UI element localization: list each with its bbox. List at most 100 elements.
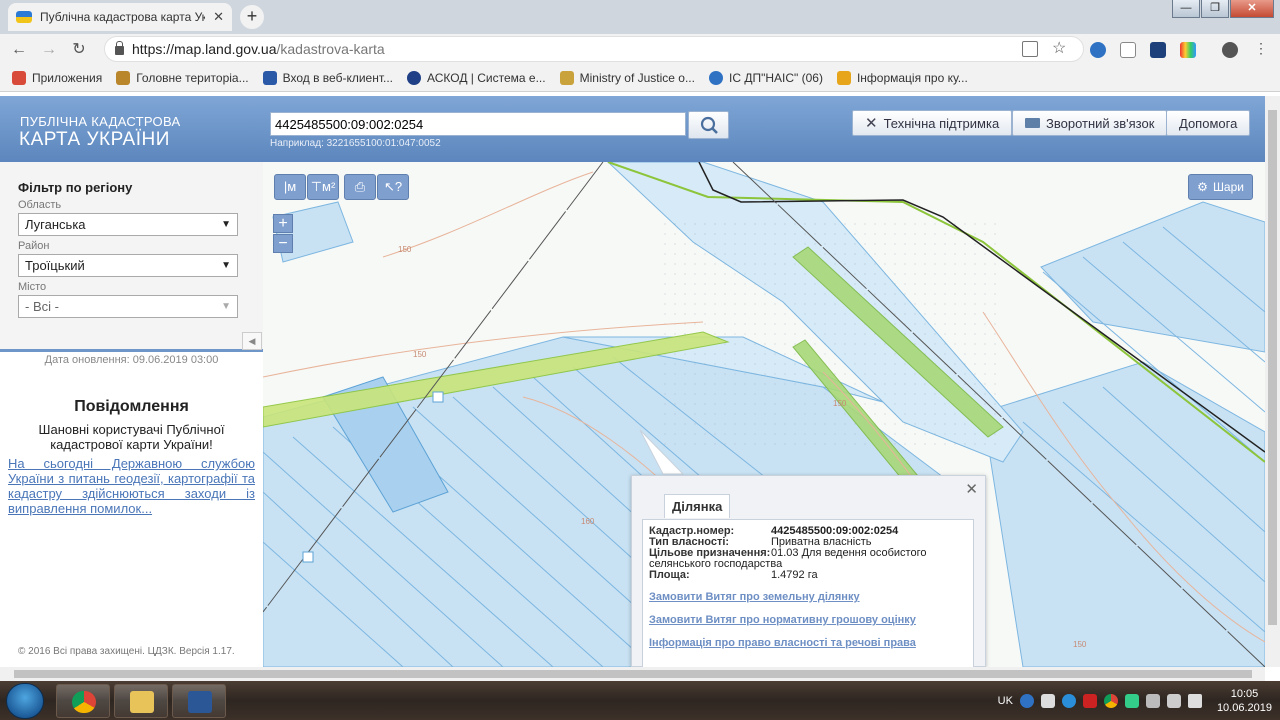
region-filter-panel: Фільтр по регіону Область Луганська ▼ Рай… <box>0 162 263 352</box>
collapse-sidebar-button[interactable]: ◀ <box>242 332 262 350</box>
taskbar-chrome[interactable] <box>56 684 110 718</box>
popup-body: Кадастр.номер: 4425485500:09:002:0254 Тип… <box>642 519 974 669</box>
url-host: https://map.land.gov.ua <box>132 41 277 57</box>
ownership-info-link[interactable]: Інформація про право власності та речові… <box>649 638 967 649</box>
bookmark-item[interactable]: ІС ДП"НАІС" (06) <box>708 70 823 85</box>
parcel <box>982 361 1265 667</box>
message-text: Шановні користувачі Публічної кадастрово… <box>38 422 225 452</box>
volume-icon[interactable] <box>1187 693 1202 708</box>
help-button[interactable]: Допомога <box>1166 110 1251 136</box>
window-close-button[interactable]: ✕ <box>1230 0 1274 18</box>
support-button[interactable]: ✕ Технічна підтримка <box>852 110 1013 136</box>
language-indicator[interactable]: UK <box>998 695 1013 707</box>
layers-button[interactable]: ⚙ Шари <box>1188 174 1253 200</box>
bookmark-item[interactable]: АСКОД | Система е... <box>407 70 546 85</box>
bookmarks-bar: Приложения Головне територіа... Вход в в… <box>0 64 1280 92</box>
zoom-in-button[interactable]: + <box>273 214 293 233</box>
word-icon <box>188 691 212 713</box>
bookmark-item[interactable]: Ministry of Justice о... <box>559 70 695 85</box>
message-link[interactable]: На сьогодні Державною службою України з … <box>8 456 255 516</box>
print-button[interactable]: ⎙ <box>344 174 376 200</box>
ruler-tool-button[interactable]: |м <box>274 174 306 200</box>
close-icon[interactable]: ✕ <box>965 480 978 498</box>
start-button[interactable] <box>6 683 44 719</box>
contour-label: 160 <box>581 517 595 526</box>
bookmark-item[interactable]: Приложения <box>12 70 102 85</box>
order-extract-link[interactable]: Замовити Витяг про земельну ділянку <box>649 592 967 603</box>
logo-line1[interactable]: ПУБЛІЧНА КАДАСТРОВА <box>20 114 180 129</box>
extension-color-icon[interactable] <box>1180 42 1196 58</box>
oblast-select[interactable]: Луганська ▼ <box>18 213 238 236</box>
tray-pdf-icon[interactable] <box>1082 693 1097 708</box>
tray-flag-icon[interactable] <box>1145 693 1160 708</box>
extension-pen-icon[interactable] <box>1150 42 1166 58</box>
zoom-out-button[interactable]: − <box>273 234 293 253</box>
tools-icon: ✕ <box>865 115 878 132</box>
rayon-select[interactable]: Троїцький ▼ <box>18 254 238 277</box>
update-date: Дата оновлення: 09.06.2019 03:00 <box>44 354 219 366</box>
tab-parcel[interactable]: Ділянка <box>664 494 731 518</box>
search-hint: Наприклад: 3221655100:01:047:0052 <box>270 138 441 149</box>
info-tool-button[interactable]: ↖? <box>377 174 409 200</box>
bookmark-item[interactable]: Інформація про ку... <box>836 70 968 85</box>
gear-icon: ⚙ <box>1197 180 1208 194</box>
minimize-button[interactable]: — <box>1172 0 1200 18</box>
tray-display-icon[interactable] <box>1166 693 1181 708</box>
extension-cast-icon[interactable] <box>1120 42 1136 58</box>
area-tool-button[interactable]: ⊤м² <box>307 174 339 200</box>
bookmark-item[interactable]: Вход в веб-клиент... <box>262 70 393 85</box>
bookmark-favicon-icon <box>559 70 574 85</box>
bookmark-star-icon[interactable]: ☆ <box>1052 38 1066 58</box>
translate-icon[interactable] <box>1022 41 1038 57</box>
horizontal-scroll-thumb[interactable] <box>14 670 1252 678</box>
dropdown-arrow-icon: ▼ <box>221 260 231 271</box>
bookmark-favicon-icon <box>262 70 277 85</box>
back-arrow-icon[interactable]: ← <box>8 39 30 61</box>
tab-close-icon[interactable]: ✕ <box>213 9 224 25</box>
tray-ic-icon[interactable] <box>1019 693 1034 708</box>
ukraine-flag-icon <box>16 11 32 23</box>
bookmark-favicon-icon <box>708 70 723 85</box>
profile-avatar-icon[interactable] <box>1222 42 1238 58</box>
oblast-label: Область <box>18 199 62 211</box>
search-button[interactable] <box>688 111 729 139</box>
windows-taskbar: UK 10:05 10.06.2019 <box>0 681 1280 720</box>
tray-network-icon[interactable] <box>1124 693 1139 708</box>
url-path: /kadastrova-karta <box>276 41 385 57</box>
feedback-button[interactable]: Зворотний зв'язок <box>1012 110 1168 136</box>
address-bar[interactable]: https://map.land.gov.ua/kadastrova-karta <box>104 36 1084 62</box>
forward-arrow-icon[interactable]: → <box>38 39 60 61</box>
bookmark-favicon-icon <box>836 70 851 85</box>
clock[interactable]: 10:05 10.06.2019 <box>1217 687 1272 715</box>
menu-dots-icon[interactable]: ⋮ <box>1254 40 1268 57</box>
dropdown-arrow-icon: ▼ <box>221 301 231 312</box>
apps-grid-icon <box>12 70 26 85</box>
tray-e-icon[interactable] <box>1061 693 1076 708</box>
browser-tab[interactable]: Публічна кадастрова карта Укр ✕ <box>8 3 232 31</box>
system-tray: UK 10:05 10.06.2019 <box>998 681 1272 720</box>
parcel <box>1040 201 1265 353</box>
filter-title: Фільтр по регіону <box>18 180 133 195</box>
new-tab-button[interactable]: + <box>240 5 264 29</box>
copyright: © 2016 Всі права захищені. ЦДЗК. Версія … <box>18 646 235 657</box>
browser-tab-strip: Публічна кадастрова карта Укр ✕ + — ❐ ✕ <box>0 0 1280 34</box>
cadastral-search-input[interactable] <box>270 112 686 136</box>
bookmark-item[interactable]: Головне територіа... <box>116 70 249 85</box>
vertical-scroll-thumb[interactable] <box>1268 110 1277 625</box>
tray-monitor-icon[interactable] <box>1040 693 1055 708</box>
order-valuation-link[interactable]: Замовити Витяг про нормативну грошову оц… <box>649 615 967 626</box>
logo-line2[interactable]: КАРТА УКРАЇНИ <box>19 129 170 151</box>
maximize-button[interactable]: ❐ <box>1201 0 1229 18</box>
extension-ic-icon[interactable] <box>1090 42 1106 58</box>
envelope-icon <box>1025 118 1040 128</box>
folder-icon <box>130 691 154 713</box>
taskbar-word[interactable] <box>172 684 226 718</box>
tray-chrome-icon[interactable] <box>1103 693 1118 708</box>
info-row: Площа: 1.4792 га <box>649 569 818 581</box>
bookmark-favicon-icon <box>407 70 422 85</box>
chrome-icon <box>72 691 96 713</box>
taskbar-explorer[interactable] <box>114 684 168 718</box>
city-select[interactable]: - Всі - ▼ <box>18 295 238 318</box>
rayon-label: Район <box>18 240 50 252</box>
reload-icon[interactable]: ↻ <box>68 39 90 61</box>
